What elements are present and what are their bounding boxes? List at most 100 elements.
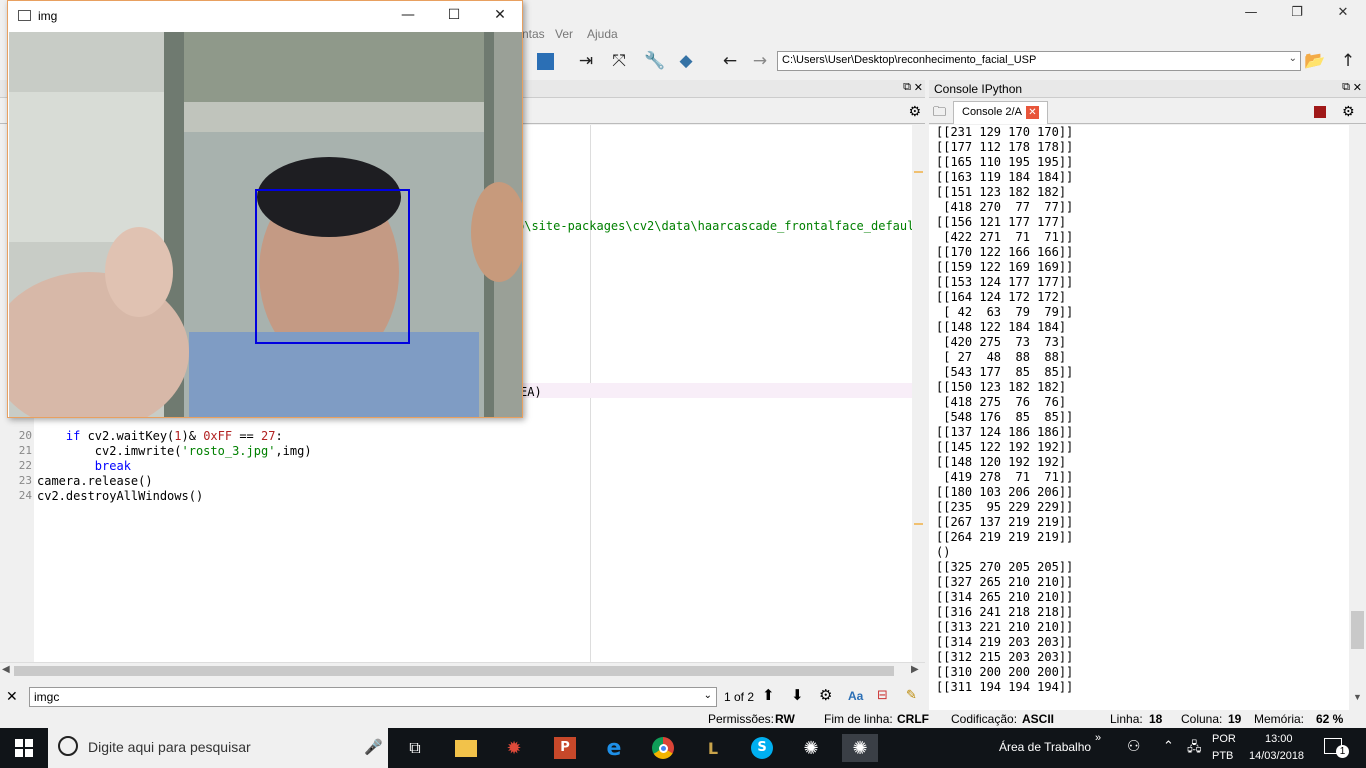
minimize-icon[interactable]: — <box>1228 0 1274 24</box>
close-pane-icon[interactable]: ✕ <box>914 81 923 94</box>
parent-dir-icon[interactable]: ↑ <box>1338 51 1358 71</box>
people-icon[interactable]: ⚇ <box>1127 737 1140 755</box>
network-icon[interactable]: 🖧 <box>1187 738 1202 760</box>
maximize-pane-icon[interactable]: ⇥ <box>576 51 596 71</box>
console-output-line: [[145 122 192 192]] <box>936 440 1074 454</box>
spyder-app-icon[interactable]: ✹ <box>500 734 528 762</box>
menu-item-ver[interactable]: Ver <box>555 27 573 41</box>
console-output-line: [[156 121 177 177] <box>936 215 1067 229</box>
status-bar: Permissões: RW Fim de linha: CRLF Codifi… <box>0 710 1366 728</box>
camera-frame <box>9 32 522 417</box>
img-window-title: img <box>38 9 58 23</box>
gear-icon[interactable]: ⚙ <box>1342 103 1355 120</box>
scroll-marker <box>914 171 923 173</box>
scroll-left-icon[interactable]: ◀ <box>2 664 10 675</box>
console-output-line: [543 177 85 85]] <box>936 365 1074 379</box>
scroll-thumb[interactable] <box>1351 611 1364 649</box>
browse-tabs-icon[interactable]: 🗀 <box>933 103 946 125</box>
spyder-window-icon[interactable]: ✺ <box>797 734 825 762</box>
console-tabs: 🗀 Console 2/A ✕ ⚙ <box>929 98 1366 124</box>
tray-expand-icon[interactable]: ⌃ <box>1163 738 1174 754</box>
undock-icon[interactable]: ⧉ <box>1342 81 1350 94</box>
chevron-down-icon[interactable]: ⌄ <box>1289 53 1297 64</box>
chrome-icon[interactable] <box>649 734 677 762</box>
undock-icon[interactable]: ⧉ <box>903 81 911 94</box>
editor-horizontal-scrollbar[interactable]: ◀ ▶ <box>0 662 925 678</box>
league-icon[interactable]: L <box>699 734 727 762</box>
preferences-icon[interactable]: 🔧 <box>644 51 665 71</box>
taskbar: Digite aqui para pesquisar 🎤 ⧉ ✹ P e L S… <box>0 728 1366 768</box>
microphone-icon[interactable]: 🎤 <box>364 738 383 756</box>
internet-explorer-icon[interactable]: e <box>600 734 628 762</box>
restore-icon[interactable]: ❐ <box>1274 0 1320 24</box>
find-next-icon[interactable]: ⬇ <box>791 686 804 704</box>
console-scrollbar[interactable]: ▼ <box>1349 125 1366 710</box>
close-find-icon[interactable]: ✕ <box>6 688 18 705</box>
console-output-line: [[177 112 178 178]] <box>936 140 1074 154</box>
menu-item-ferramentas[interactable]: ntas <box>522 27 545 41</box>
memory-label: Memória: <box>1254 712 1305 726</box>
stop-kernel-icon[interactable] <box>1314 106 1326 118</box>
stop-debug-icon[interactable] <box>535 51 555 71</box>
ipython-console[interactable]: [[231 129 170 170]] [[177 112 178 178]][[… <box>929 125 1349 710</box>
clock-time[interactable]: 13:00 <box>1265 733 1293 745</box>
find-options-icon[interactable]: ⚙ <box>819 686 832 704</box>
spyder-window-controls: — ❐ ✕ <box>1228 0 1366 24</box>
img-window: img — ☐ ✕ <box>7 0 523 418</box>
img-window-titlebar[interactable]: img — ☐ ✕ <box>8 1 522 31</box>
language-secondary[interactable]: PTB <box>1212 750 1233 762</box>
close-pane-icon[interactable]: ✕ <box>1353 81 1362 94</box>
code-fragment-path: p\site-packages\cv2\data\haarcascade_fro… <box>517 219 922 233</box>
console-output-line: [[325 270 205 205]] <box>936 560 1074 574</box>
console-output-line: [418 270 77 77]] <box>936 200 1074 214</box>
language-primary[interactable]: POR <box>1212 733 1236 745</box>
console-output-line: [[137 124 186 186]] <box>936 425 1074 439</box>
desktop-toolbar-label[interactable]: Área de Trabalho <box>999 740 1091 754</box>
notification-badge: 1 <box>1336 745 1349 758</box>
cortana-icon <box>58 736 78 756</box>
eol-label: Fim de linha: <box>824 712 893 726</box>
minimize-icon[interactable]: — <box>398 7 418 25</box>
highlight-icon[interactable]: ✎ <box>906 687 917 703</box>
img-window-task-icon[interactable]: ✺ <box>842 734 878 762</box>
task-view-icon[interactable]: ⧉ <box>401 734 429 762</box>
code-fragment-ea: EA) <box>520 385 542 399</box>
menu-item-ajuda[interactable]: Ajuda <box>587 27 618 41</box>
powerpoint-icon[interactable]: P <box>551 734 579 762</box>
camera-image <box>9 32 522 417</box>
fullscreen-icon[interactable]: ⤧ <box>609 51 629 71</box>
clock-date[interactable]: 14/03/2018 <box>1249 750 1304 762</box>
scroll-right-icon[interactable]: ▶ <box>911 664 919 675</box>
skype-icon[interactable]: S <box>748 734 776 762</box>
case-sensitive-icon[interactable]: Aa <box>848 689 863 703</box>
taskbar-search[interactable]: Digite aqui para pesquisar 🎤 <box>48 728 388 768</box>
chevron-down-icon[interactable]: ⌄ <box>704 690 712 701</box>
python-path-icon[interactable]: ◆ <box>676 51 696 71</box>
console-output-line: [ 27 48 88 88] <box>936 350 1067 364</box>
scroll-down-icon[interactable]: ▼ <box>1353 692 1362 702</box>
editor-vertical-scrollbar[interactable] <box>912 125 925 662</box>
windows-start-icon[interactable] <box>10 734 38 762</box>
scroll-thumb[interactable] <box>14 666 894 676</box>
gear-icon[interactable]: ⚙ <box>908 103 921 120</box>
find-previous-icon[interactable]: ⬆ <box>762 686 775 704</box>
encoding-value: ASCII <box>1022 712 1055 726</box>
forward-icon[interactable]: → <box>750 51 770 71</box>
back-icon[interactable]: ← <box>720 51 740 71</box>
console-output-line: [422 271 71 71]] <box>936 230 1074 244</box>
maximize-icon[interactable]: ☐ <box>444 7 464 25</box>
find-input[interactable]: imgc ⌄ <box>29 687 717 707</box>
close-icon[interactable]: ✕ <box>490 7 510 25</box>
close-icon[interactable]: ✕ <box>1320 0 1366 24</box>
console-output-line: [[316 241 218 218]] <box>936 605 1074 619</box>
line-value: 18 <box>1149 712 1163 726</box>
line-number: 24 <box>18 489 32 502</box>
working-directory-field[interactable]: C:\Users\User\Desktop\reconhecimento_fac… <box>777 51 1301 71</box>
close-tab-icon[interactable]: ✕ <box>1025 106 1039 119</box>
whole-word-icon[interactable]: ⊟ <box>877 687 888 703</box>
browse-folder-icon[interactable]: 📂 <box>1304 51 1325 71</box>
file-explorer-icon[interactable] <box>452 734 480 762</box>
chevron-right-icon[interactable]: » <box>1095 732 1101 744</box>
tab-console-2a[interactable]: Console 2/A ✕ <box>953 101 1048 124</box>
eol-value: CRLF <box>897 712 929 726</box>
